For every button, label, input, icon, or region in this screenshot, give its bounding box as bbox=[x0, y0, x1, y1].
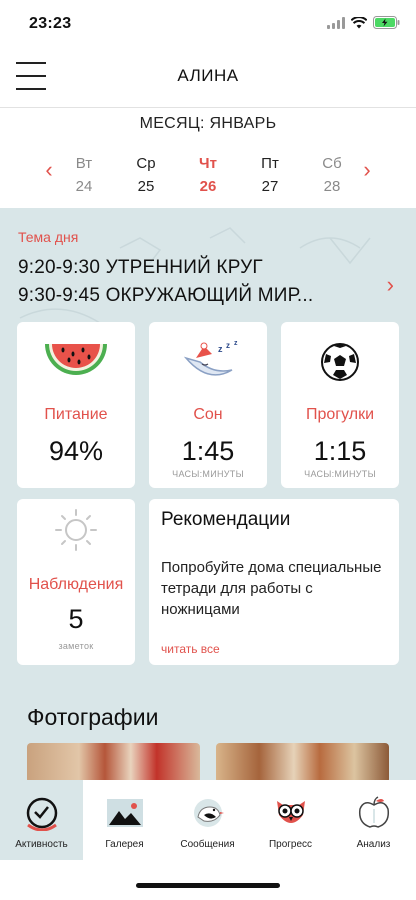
page-title: АЛИНА bbox=[177, 66, 239, 85]
day-name: Сб bbox=[322, 155, 342, 172]
status-bar: 23:23 bbox=[0, 0, 416, 48]
day-fri[interactable]: Пт 27 bbox=[250, 155, 290, 195]
battery-icon bbox=[373, 16, 400, 29]
apple-icon bbox=[358, 796, 389, 828]
observations-value: 5 bbox=[68, 604, 84, 634]
day-wed[interactable]: Ср 25 bbox=[126, 155, 166, 195]
tab-analysis[interactable]: Анализ bbox=[332, 780, 415, 860]
theme-line-1: 9:20-9:30 УТРЕННИЙ КРУГ bbox=[18, 257, 263, 278]
header: АЛИНА bbox=[0, 48, 416, 108]
theme-line-2: 9:30-9:45 ОКРУЖАЮЩИЙ МИР... bbox=[18, 285, 314, 306]
recommendations-text: Попробуйте дома специальные тетради для … bbox=[161, 559, 382, 618]
tab-bar: Активность Галерея Сообщения Прогресс Ан… bbox=[0, 780, 416, 860]
food-card[interactable]: Питание 94% bbox=[17, 322, 135, 488]
day-name: Вт bbox=[75, 155, 93, 172]
day-name: Чт bbox=[199, 155, 217, 172]
tab-progress[interactable]: Прогресс bbox=[249, 780, 332, 860]
day-number: 26 bbox=[199, 178, 217, 195]
read-all-link[interactable]: читать все bbox=[161, 642, 220, 656]
day-number: 27 bbox=[261, 178, 279, 195]
day-tue[interactable]: Вт 24 bbox=[64, 155, 104, 195]
food-value: 94% bbox=[48, 436, 104, 466]
week-selector: ‹ Вт 24 Ср 25 Чт 26 Пт 27 Сб 28 › bbox=[0, 150, 416, 200]
recommendations-title: Рекомендации bbox=[161, 509, 291, 530]
activity-icon bbox=[26, 797, 57, 831]
tab-label: Анализ bbox=[356, 839, 391, 850]
photos-title: Фотографии bbox=[27, 704, 159, 730]
sleep-title: Сон bbox=[193, 406, 223, 423]
day-number: 25 bbox=[137, 178, 155, 195]
walks-unit: ЧАСЫ:МИНУТЫ bbox=[304, 469, 376, 479]
sleep-unit: ЧАСЫ:МИНУТЫ bbox=[172, 469, 244, 479]
watermelon-icon bbox=[45, 344, 107, 375]
svg-text:z: z bbox=[226, 341, 230, 350]
gallery-icon bbox=[106, 799, 143, 827]
recommendations-card[interactable]: Рекомендации Попробуйте дома специальные… bbox=[149, 499, 399, 665]
tab-label: Сообщения bbox=[180, 839, 235, 850]
tab-activity[interactable]: Активность bbox=[0, 780, 83, 860]
day-name: Ср bbox=[136, 155, 156, 172]
tab-label: Активность bbox=[15, 839, 68, 850]
observations-card[interactable]: Наблюдения 5 заметок bbox=[17, 499, 135, 665]
photo-thumbnail-2[interactable] bbox=[216, 743, 389, 780]
prev-week-button[interactable]: ‹ bbox=[37, 159, 61, 184]
walks-title: Прогулки bbox=[305, 406, 375, 423]
svg-text:z: z bbox=[234, 340, 238, 347]
owl-icon bbox=[276, 801, 305, 823]
home-indicator[interactable] bbox=[136, 883, 280, 888]
signal-icon bbox=[327, 16, 345, 29]
month-label[interactable]: МЕСЯЦ: ЯНВАРЬ bbox=[0, 115, 416, 133]
tab-messages[interactable]: Сообщения bbox=[166, 780, 249, 860]
svg-text:z: z bbox=[218, 344, 223, 354]
food-title: Питание bbox=[44, 406, 108, 423]
sleep-value: 1:45 bbox=[181, 436, 235, 466]
wifi-icon bbox=[351, 16, 367, 28]
day-number: 28 bbox=[323, 178, 341, 195]
tab-label: Прогресс bbox=[268, 839, 313, 850]
photo-thumbnail-1[interactable] bbox=[27, 743, 200, 780]
bird-icon bbox=[193, 799, 224, 827]
observations-title: Наблюдения bbox=[28, 576, 124, 593]
theme-label: Тема дня bbox=[18, 229, 79, 245]
status-icons bbox=[327, 16, 400, 29]
walks-value: 1:15 bbox=[313, 436, 367, 466]
theme-details-arrow[interactable]: › bbox=[387, 272, 394, 298]
day-number: 24 bbox=[75, 178, 93, 195]
sleeping-moon-icon: z z z bbox=[183, 340, 238, 376]
tab-label: Галерея bbox=[105, 839, 144, 850]
tab-gallery[interactable]: Галерея bbox=[83, 780, 166, 860]
day-thu-selected[interactable]: Чт 26 bbox=[188, 155, 228, 195]
main-panel: Тема дня 9:20-9:30 УТРЕННИЙ КРУГ 9:30-9:… bbox=[0, 208, 416, 780]
sleep-card[interactable]: z z z Сон 1:45 ЧАСЫ:МИНУТЫ bbox=[149, 322, 267, 488]
day-name: Пт bbox=[261, 155, 279, 172]
status-time: 23:23 bbox=[29, 15, 72, 32]
sun-icon bbox=[55, 509, 97, 551]
day-sat[interactable]: Сб 28 bbox=[312, 155, 352, 195]
walks-card[interactable]: Прогулки 1:15 ЧАСЫ:МИНУТЫ bbox=[281, 322, 399, 488]
observations-unit: заметок bbox=[58, 641, 94, 651]
next-week-button[interactable]: › bbox=[355, 159, 379, 184]
soccer-ball-icon bbox=[321, 343, 359, 381]
